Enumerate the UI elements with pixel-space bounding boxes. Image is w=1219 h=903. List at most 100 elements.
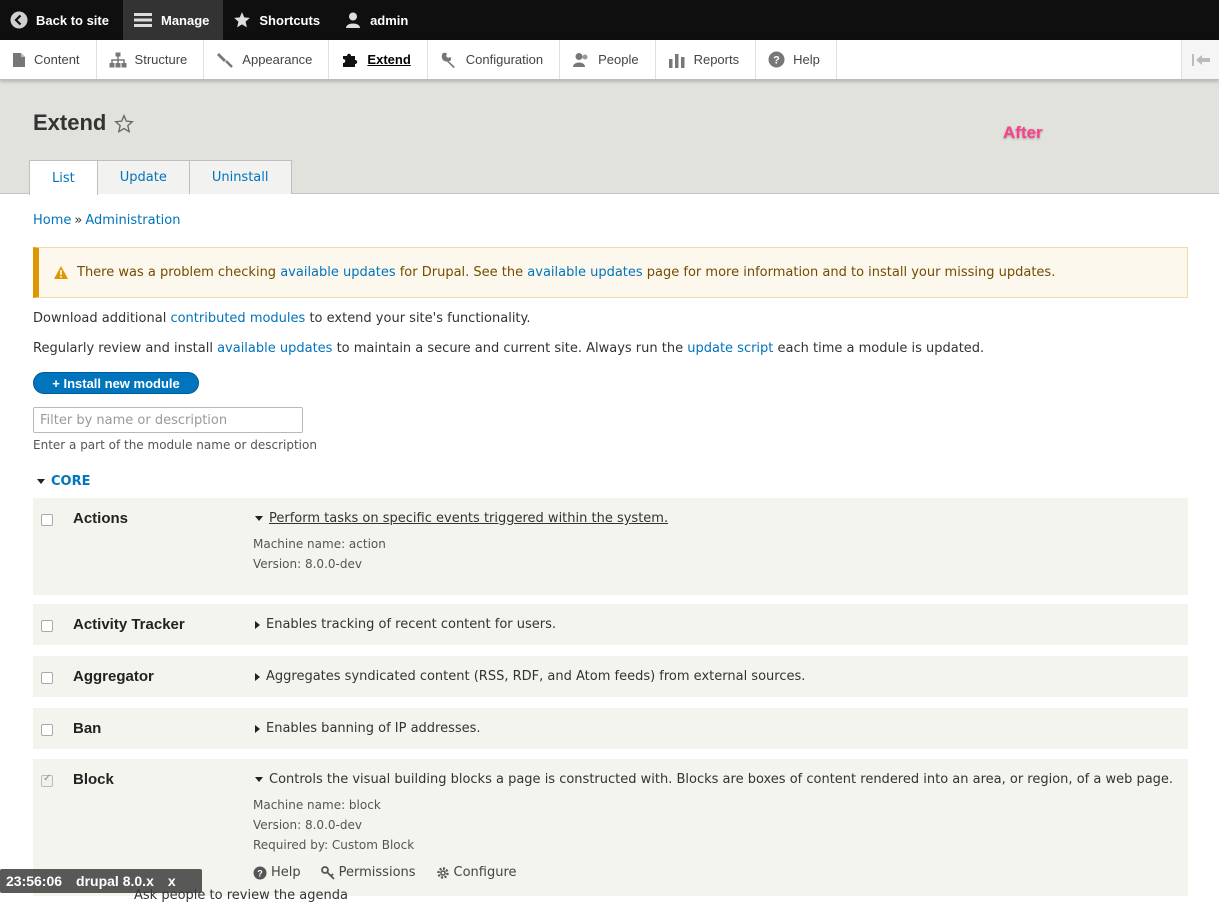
module-help-label: Help [271,865,301,880]
overlay-close-icon[interactable]: x [168,873,176,889]
module-description-actions: Perform tasks on specific events trigger… [269,511,669,526]
module-row-ban: Ban Enables banning of IP addresses. [33,708,1188,749]
module-description-ban: Enables banning of IP addresses. [266,721,481,736]
recording-overlay: 23:56:06 drupal 8.0.x x [0,869,202,893]
warning-text-2: for Drupal. See the [395,265,528,280]
manage-label: Manage [160,12,210,28]
package-core-toggle[interactable]: CORE [37,474,90,489]
module-version-actions: Version: 8.0.0-dev [253,557,362,571]
chevron-right-icon [255,672,260,681]
tab-list[interactable]: List [29,160,98,195]
menu-icon [133,13,152,27]
module-desc-toggle-block[interactable]: Controls the visual building blocks a pa… [255,772,1173,787]
filter-description: Enter a part of the module name or descr… [33,438,317,452]
tray-label-help: Help [793,52,820,67]
module-desc-toggle-actions[interactable]: Perform tasks on specific events trigger… [255,511,668,526]
module-checkbox-activity-tracker[interactable] [41,620,53,632]
collapse-left-icon [1191,53,1210,66]
intro-paragraph-1: Download additional contributed modules … [33,311,531,326]
wrench-icon [441,52,455,68]
breadcrumb-administration[interactable]: Administration [85,213,180,228]
chevron-down-icon [255,777,263,782]
tray-item-structure[interactable]: Structure [97,40,205,79]
tray-label-people: People [598,52,639,67]
svg-text:?: ? [257,868,263,878]
svg-text:?: ? [773,55,780,67]
shortcuts-tab[interactable]: Shortcuts [223,0,334,40]
module-row-actions: Actions Perform tasks on specific events… [33,498,1188,595]
chevron-right-icon [255,724,260,733]
back-arrow-icon [10,11,28,29]
module-checkbox-ban[interactable] [41,724,53,736]
intro-p2-text-3: each time a module is updated. [773,341,985,356]
module-desc-toggle-aggregator[interactable]: Aggregates syndicated content (RSS, RDF,… [255,669,805,684]
page-title: Extend [33,110,107,135]
module-help-link[interactable]: ? Help [253,865,301,880]
tray-item-reports[interactable]: Reports [656,40,757,79]
breadcrumb-separator: » [74,213,83,228]
tray-item-configuration[interactable]: Configuration [428,40,561,79]
module-machine-name-actions: Machine name: action [253,537,386,551]
module-description-activity-tracker: Enables tracking of recent content for u… [266,617,557,632]
document-icon [13,52,25,67]
module-checkbox-block[interactable] [41,773,53,787]
manage-tab[interactable]: Manage [122,0,224,40]
module-permissions-link[interactable]: Permissions [320,865,416,880]
annotation-after: After [1003,123,1043,142]
update-script-link[interactable]: update script [687,341,773,356]
sitemap-icon [109,52,127,67]
star-icon [234,12,251,28]
help-icon: ? [253,866,267,879]
module-desc-toggle-ban[interactable]: Enables banning of IP addresses. [255,721,481,736]
module-checkbox-aggregator[interactable] [41,672,53,684]
tray-label-reports: Reports [693,52,740,67]
breadcrumb-home[interactable]: Home [33,213,71,228]
install-new-module-button[interactable]: + Install new module [33,372,199,394]
overlay-time: 23:56:06 [6,873,63,889]
shortcut-star-icon[interactable] [114,114,134,134]
contributed-modules-link[interactable]: contributed modules [170,311,305,326]
chevron-right-icon [255,620,260,629]
intro-p1-text-1: Download additional [33,311,171,326]
tray-item-help[interactable]: ? Help [756,40,837,79]
module-name-aggregator: Aggregator [73,668,154,685]
paintbrush-icon [217,52,234,68]
tray-label-content: Content [34,52,80,67]
back-to-site-link[interactable]: Back to site [0,0,123,40]
warning-message: There was a problem checking available u… [33,247,1188,298]
module-filter-input[interactable] [33,407,303,433]
intro-paragraph-2: Regularly review and install available u… [33,341,984,356]
shortcuts-label: Shortcuts [259,12,321,28]
tray-label-appearance: Appearance [242,52,313,67]
orientation-toggle[interactable] [1181,40,1219,79]
tray-item-content[interactable]: Content [0,40,97,79]
warning-text-1: There was a problem checking [77,265,281,280]
module-checkbox-actions[interactable] [41,514,53,526]
module-name-ban: Ban [73,720,102,737]
module-row-aggregator: Aggregator Aggregates syndicated content… [33,656,1188,697]
puzzle-icon [343,53,358,67]
tab-uninstall[interactable]: Uninstall [188,160,292,194]
module-version-block: Version: 8.0.0-dev [253,818,362,832]
module-configure-link[interactable]: Configure [436,865,517,880]
gear-icon [436,866,449,879]
chevron-down-icon [255,516,263,521]
bar-chart-icon [668,53,685,68]
primary-tabs: List Update Uninstall [29,160,292,195]
tray-item-appearance[interactable]: Appearance [204,40,330,79]
tray-item-people[interactable]: People [560,40,656,79]
tab-update[interactable]: Update [96,160,190,194]
warning-link-available-updates-2[interactable]: available updates [527,265,642,280]
available-updates-link[interactable]: available updates [217,341,332,356]
tray-label-extend: Extend [367,52,411,67]
module-name-actions: Actions [73,510,129,527]
module-name-activity-tracker: Activity Tracker [73,616,185,633]
user-label: admin [370,12,409,28]
warning-link-available-updates-1[interactable]: available updates [280,265,395,280]
tray-label-structure: Structure [134,52,188,67]
tray-item-extend[interactable]: Extend [329,40,428,79]
intro-p2-text-2: to maintain a secure and current site. A… [332,341,688,356]
user-tab[interactable]: admin [334,0,422,40]
module-desc-toggle-activity-tracker[interactable]: Enables tracking of recent content for u… [255,617,556,632]
page-header: Extend After List Update Uninstall [0,80,1219,195]
